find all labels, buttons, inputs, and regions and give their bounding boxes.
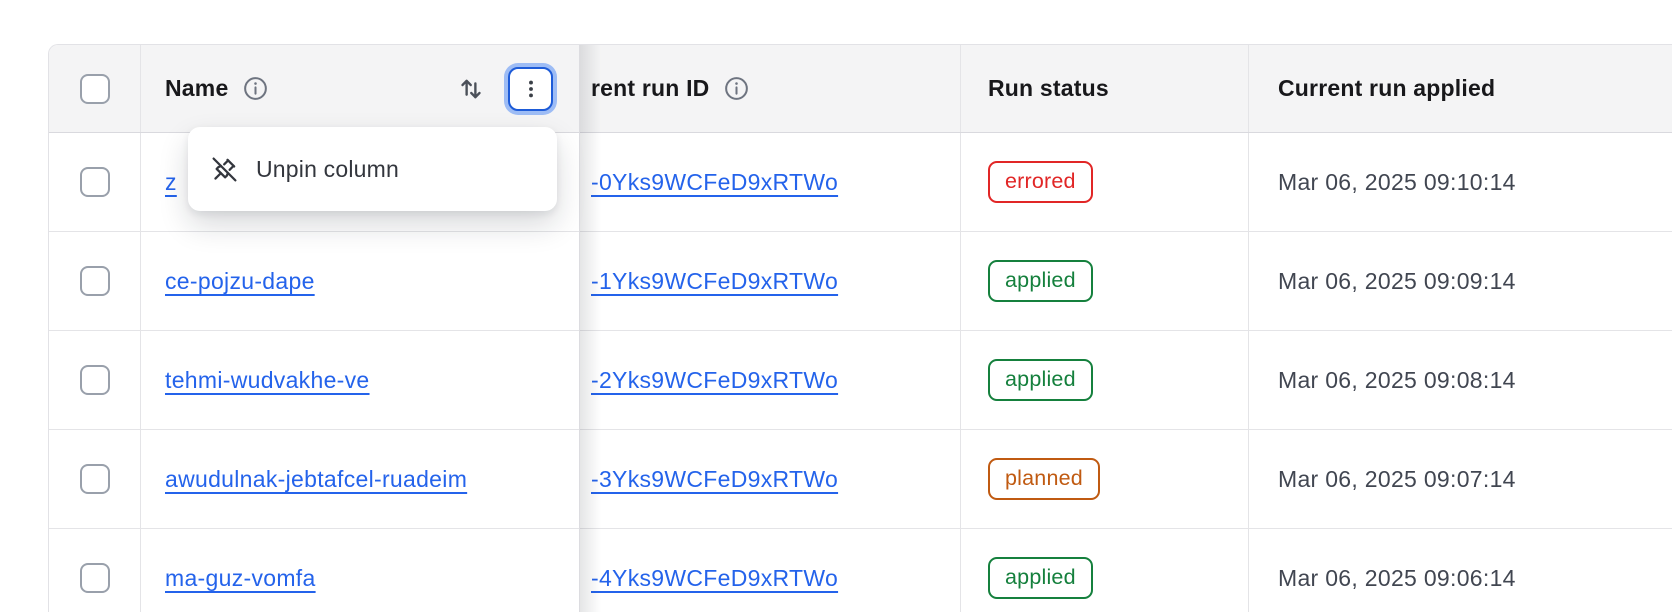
info-icon[interactable] xyxy=(723,75,750,102)
run-id-link[interactable]: -0Yks9WCFeD9xRTWo xyxy=(591,169,838,196)
run-id-link[interactable]: -4Yks9WCFeD9xRTWo xyxy=(591,565,838,592)
row-select-cell xyxy=(49,133,141,231)
table-row: ma-guz-vomfa -4Yks9WCFeD9xRTWo applied M… xyxy=(49,529,1672,612)
row-run-id-cell: -4Yks9WCFeD9xRTWo xyxy=(579,529,961,612)
table-row: ce-pojzu-dape -1Yks9WCFeD9xRTWo applied … xyxy=(49,232,1672,331)
applied-timestamp: Mar 06, 2025 09:09:14 xyxy=(1278,268,1516,295)
applied-timestamp: Mar 06, 2025 09:07:14 xyxy=(1278,466,1516,493)
workspace-name-link[interactable]: tehmi-wudvakhe-ve xyxy=(165,367,370,394)
applied-timestamp: Mar 06, 2025 09:08:14 xyxy=(1278,367,1516,394)
run-status-badge: errored xyxy=(988,161,1093,203)
run-id-link[interactable]: -1Yks9WCFeD9xRTWo xyxy=(591,268,838,295)
select-all-checkbox[interactable] xyxy=(80,74,110,104)
column-menu-dropdown: Unpin column xyxy=(188,127,557,211)
row-checkbox[interactable] xyxy=(80,563,110,593)
applied-timestamp: Mar 06, 2025 09:06:14 xyxy=(1278,565,1516,592)
table-header-row: Name xyxy=(49,45,1672,133)
header-run-status-cell: Run status xyxy=(961,45,1249,132)
row-select-cell xyxy=(49,331,141,429)
row-select-cell xyxy=(49,529,141,612)
header-current-run-id-cell: rent run ID xyxy=(579,45,961,132)
info-icon[interactable] xyxy=(242,75,269,102)
row-status-cell: applied xyxy=(961,232,1249,330)
row-applied-cell: Mar 06, 2025 09:08:14 xyxy=(1249,331,1672,429)
row-applied-cell: Mar 06, 2025 09:07:14 xyxy=(1249,430,1672,528)
row-select-cell xyxy=(49,430,141,528)
column-header-run-status: Run status xyxy=(988,75,1109,102)
row-applied-cell: Mar 06, 2025 09:06:14 xyxy=(1249,529,1672,612)
menu-item-label: Unpin column xyxy=(256,156,399,183)
workspace-name-link[interactable]: ce-pojzu-dape xyxy=(165,268,315,295)
menu-item-unpin-column[interactable]: Unpin column xyxy=(188,127,557,211)
workspace-name-link[interactable]: ma-guz-vomfa xyxy=(165,565,316,592)
row-name-cell: ce-pojzu-dape xyxy=(141,232,579,330)
row-checkbox[interactable] xyxy=(80,266,110,296)
row-name-cell: awudulnak-jebtafcel-ruadeim xyxy=(141,430,579,528)
column-header-current-run-applied: Current run applied xyxy=(1278,75,1495,102)
run-id-link[interactable]: -2Yks9WCFeD9xRTWo xyxy=(591,367,838,394)
row-name-cell: tehmi-wudvakhe-ve xyxy=(141,331,579,429)
column-header-current-run-id: rent run ID xyxy=(591,75,709,102)
row-checkbox[interactable] xyxy=(80,464,110,494)
header-select-all-cell xyxy=(49,45,141,132)
row-checkbox[interactable] xyxy=(80,365,110,395)
row-run-id-cell: -1Yks9WCFeD9xRTWo xyxy=(579,232,961,330)
header-name-cell: Name xyxy=(141,45,579,132)
pin-off-icon xyxy=(210,155,239,184)
run-status-badge: applied xyxy=(988,557,1093,599)
row-status-cell: errored xyxy=(961,133,1249,231)
row-run-id-cell: -2Yks9WCFeD9xRTWo xyxy=(579,331,961,429)
row-checkbox[interactable] xyxy=(80,167,110,197)
row-name-cell: ma-guz-vomfa xyxy=(141,529,579,612)
row-applied-cell: Mar 06, 2025 09:10:14 xyxy=(1249,133,1672,231)
sort-icon[interactable] xyxy=(456,74,486,104)
column-menu-button[interactable] xyxy=(508,67,553,111)
table-row: tehmi-wudvakhe-ve -2Yks9WCFeD9xRTWo appl… xyxy=(49,331,1672,430)
table-row: awudulnak-jebtafcel-ruadeim -3Yks9WCFeD9… xyxy=(49,430,1672,529)
row-run-id-cell: -0Yks9WCFeD9xRTWo xyxy=(579,133,961,231)
workspace-name-link[interactable]: awudulnak-jebtafcel-ruadeim xyxy=(165,466,467,493)
column-header-name: Name xyxy=(165,75,228,102)
row-status-cell: planned xyxy=(961,430,1249,528)
applied-timestamp: Mar 06, 2025 09:10:14 xyxy=(1278,169,1516,196)
row-status-cell: applied xyxy=(961,331,1249,429)
run-status-badge: applied xyxy=(988,359,1093,401)
row-select-cell xyxy=(49,232,141,330)
run-id-link[interactable]: -3Yks9WCFeD9xRTWo xyxy=(591,466,838,493)
workspace-name-link[interactable]: z xyxy=(165,169,177,196)
row-status-cell: applied xyxy=(961,529,1249,612)
row-applied-cell: Mar 06, 2025 09:09:14 xyxy=(1249,232,1672,330)
run-status-badge: applied xyxy=(988,260,1093,302)
header-current-run-applied-cell: Current run applied xyxy=(1249,45,1672,132)
kebab-vertical-icon xyxy=(520,78,542,100)
run-status-badge: planned xyxy=(988,458,1100,500)
row-run-id-cell: -3Yks9WCFeD9xRTWo xyxy=(579,430,961,528)
